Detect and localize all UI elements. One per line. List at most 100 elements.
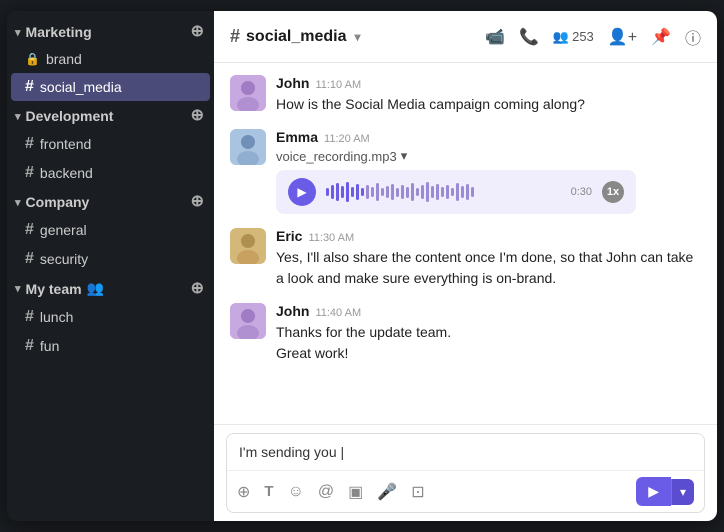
hash-icon: #: [230, 26, 240, 47]
info-icon[interactable]: ⓘ: [685, 25, 701, 49]
chevron-icon: ▾: [15, 196, 21, 209]
message-text: How is the Social Media campaign coming …: [276, 94, 701, 115]
sidebar-group-label: Company: [26, 194, 90, 210]
message-time: 11:10 AM: [315, 79, 361, 91]
sidebar-group-company: ▾ Company ⊕ # general #security: [7, 189, 214, 273]
voice-filename: voice_recording.mp3: [276, 149, 397, 164]
avatar: [230, 228, 266, 264]
add-channel-icon[interactable]: ⊕: [191, 194, 204, 210]
sidebar-group-marketing: ▾ Marketing ⊕ 🔒 brand #social_media: [7, 19, 214, 101]
message-time: 11:30 AM: [308, 232, 354, 244]
sidebar-group-header-development[interactable]: ▾ Development ⊕: [7, 103, 214, 129]
sidebar-item-label: general: [40, 222, 87, 238]
message-time: 11:20 AM: [324, 133, 370, 145]
message-author: John: [276, 303, 309, 319]
input-area: ⊕ T ☺ @ ▣ 🎤 ⊡ ▶ ▾: [214, 424, 717, 521]
sidebar-group-header-my_team[interactable]: ▾ My team 👥 ⊕: [7, 275, 214, 302]
sidebar-item-lunch[interactable]: # lunch: [11, 303, 210, 331]
sidebar-item-fun[interactable]: # fun: [11, 332, 210, 360]
plus-icon[interactable]: ⊕: [237, 482, 250, 502]
pin-icon[interactable]: 📌: [651, 27, 671, 47]
message-content: Emma 11:20 AM voice_recording.mp3 ▾ ▶: [276, 129, 701, 214]
message-header: John 11:10 AM: [276, 75, 701, 91]
avatar: [230, 303, 266, 339]
sidebar: ▾ Marketing ⊕ 🔒brand#social_media ▾ Deve…: [7, 11, 214, 521]
media-icon[interactable]: ▣: [348, 482, 363, 502]
hash-icon: #: [25, 337, 34, 355]
input-toolbar: ⊕ T ☺ @ ▣ 🎤 ⊡ ▶ ▾: [227, 470, 704, 512]
mention-icon[interactable]: @: [318, 483, 334, 501]
hash-icon: #: [25, 164, 34, 182]
message-content: John 11:40 AM Thanks for the update team…: [276, 303, 701, 364]
hash-icon: #: [25, 135, 34, 153]
app-container: ▾ Marketing ⊕ 🔒brand#social_media ▾ Deve…: [7, 11, 717, 521]
message-author: Eric: [276, 228, 302, 244]
sidebar-item-label: frontend: [40, 136, 91, 152]
chevron-icon: ▾: [15, 282, 21, 295]
channel-title[interactable]: # social_media ▾: [230, 26, 361, 47]
hash-icon: #: [25, 221, 34, 239]
message-author: Emma: [276, 129, 318, 145]
sidebar-item-frontend[interactable]: # frontend: [11, 130, 210, 158]
members-icon: 👥: [553, 29, 569, 45]
sidebar-item-label: lunch: [40, 309, 73, 325]
send-group: ▶ ▾: [636, 477, 694, 506]
waveform: [326, 180, 561, 204]
hash-icon: #: [25, 308, 34, 326]
chevron-icon: ▾: [401, 148, 408, 164]
emoji-icon[interactable]: ☺: [288, 483, 304, 501]
member-count-label: 253: [572, 29, 594, 44]
send-button[interactable]: ▶: [636, 477, 671, 506]
message-text: Thanks for the update team.Great work!: [276, 322, 701, 364]
video-icon[interactable]: 📹: [485, 27, 505, 47]
sidebar-group-label: Marketing: [26, 24, 92, 40]
sidebar-item-label: social_media: [40, 79, 122, 95]
sidebar-item-label: fun: [40, 338, 59, 354]
sidebar-group-development: ▾ Development ⊕ # frontend # backend: [7, 103, 214, 187]
header-actions: 📹 📞 👥 253 👤+ 📌 ⓘ: [485, 25, 701, 49]
expand-icon[interactable]: ⊡: [411, 482, 424, 502]
sidebar-item-social_media[interactable]: #social_media: [11, 73, 210, 101]
team-emoji: 👥: [87, 280, 104, 297]
chevron-icon: ▾: [15, 110, 21, 123]
sidebar-item-backend[interactable]: # backend: [11, 159, 210, 187]
sidebar-group-label: My team: [26, 281, 82, 297]
chevron-down-icon: ▾: [355, 30, 361, 44]
message-content: John 11:10 AM How is the Social Media ca…: [276, 75, 701, 115]
member-count[interactable]: 👥 253: [553, 29, 594, 45]
add-channel-icon[interactable]: ⊕: [191, 281, 204, 297]
message-input[interactable]: [227, 434, 704, 470]
sidebar-group-header-company[interactable]: ▾ Company ⊕: [7, 189, 214, 215]
sidebar-item-general[interactable]: # general: [11, 216, 210, 244]
message-time: 11:40 AM: [315, 307, 361, 319]
mic-icon[interactable]: 🎤: [377, 482, 397, 502]
speed-badge[interactable]: 1x: [602, 181, 624, 203]
lock-icon: 🔒: [25, 52, 40, 66]
message-text: Yes, I'll also share the content once I'…: [276, 247, 701, 289]
format-text-icon[interactable]: T: [264, 483, 273, 500]
message-header: John 11:40 AM: [276, 303, 701, 319]
sidebar-item-security[interactable]: #security: [11, 245, 210, 273]
sidebar-item-label: security: [40, 251, 88, 267]
sidebar-item-label: brand: [46, 51, 82, 67]
voice-duration: 0:30: [571, 186, 592, 198]
sidebar-group-my_team: ▾ My team 👥 ⊕ # lunch # fun: [7, 275, 214, 360]
add-channel-icon[interactable]: ⊕: [191, 24, 204, 40]
message-header: Emma 11:20 AM: [276, 129, 701, 145]
sidebar-group-header-marketing[interactable]: ▾ Marketing ⊕: [7, 19, 214, 45]
sidebar-item-brand[interactable]: 🔒 brand: [11, 46, 210, 72]
messages-area: John 11:10 AM How is the Social Media ca…: [214, 63, 717, 424]
add-member-icon[interactable]: 👤+: [608, 27, 637, 47]
message-author: John: [276, 75, 309, 91]
sidebar-group-label: Development: [26, 108, 114, 124]
voice-player: ▶: [276, 170, 636, 214]
message-content: Eric 11:30 AM Yes, I'll also share the c…: [276, 228, 701, 289]
add-channel-icon[interactable]: ⊕: [191, 108, 204, 124]
chat-header: # social_media ▾ 📹 📞 👥 253 👤+ 📌 ⓘ: [214, 11, 717, 63]
send-dropdown-button[interactable]: ▾: [671, 479, 694, 505]
voice-file[interactable]: voice_recording.mp3 ▾: [276, 148, 701, 164]
channel-name: social_media: [246, 28, 347, 46]
sidebar-item-label: backend: [40, 165, 93, 181]
play-button[interactable]: ▶: [288, 178, 316, 206]
phone-icon[interactable]: 📞: [519, 27, 539, 47]
